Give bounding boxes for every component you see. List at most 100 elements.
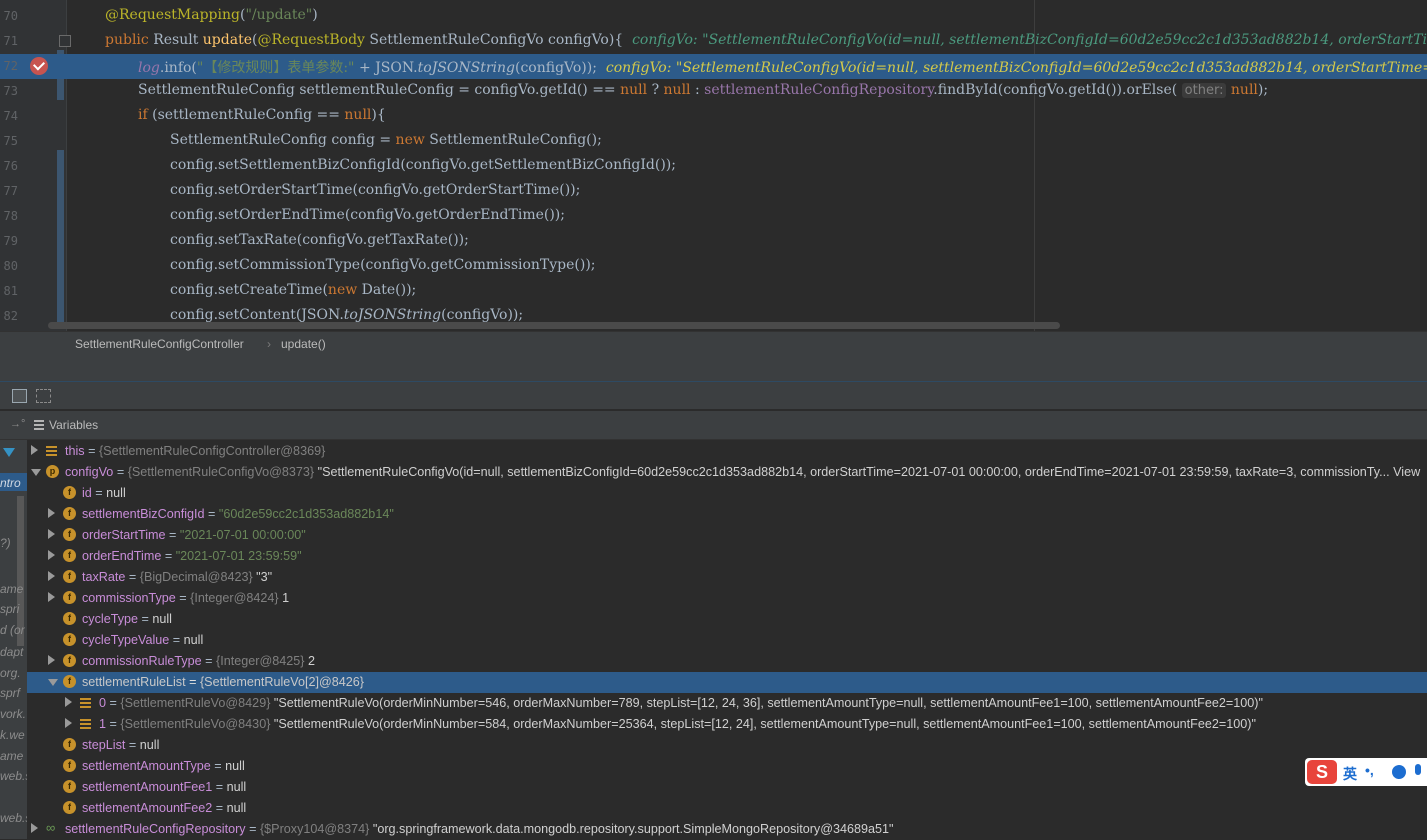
expand-arrow-icon[interactable] (31, 445, 38, 455)
code-line[interactable]: 76 config.setSettlementBizConfigId(config… (0, 154, 1427, 179)
layout-icon[interactable] (36, 389, 51, 403)
code-text[interactable]: config.setOrderStartTime(configVo.getOrd… (170, 182, 580, 198)
code-line[interactable]: 75 SettlementRuleConfig config = new Sett… (0, 129, 1427, 154)
line-number[interactable]: 74 (0, 109, 18, 123)
variable-row[interactable]: f cycleTypeValue = null (27, 630, 1427, 651)
variable-row[interactable]: f stepList = null (27, 735, 1427, 756)
expand-arrow-icon[interactable] (48, 655, 55, 665)
variable-text: orderStartTime = "2021-07-01 00:00:00" (82, 528, 306, 542)
microphone-icon[interactable] (1415, 764, 1421, 775)
variable-row[interactable]: f orderStartTime = "2021-07-01 00:00:00" (27, 525, 1427, 546)
code-text[interactable]: config.setCreateTime(new Date()); (170, 282, 416, 298)
variable-row[interactable]: 1 = {SettlementRuleVo@8430} "SettlementR… (27, 714, 1427, 735)
frame-item[interactable]: vork. (0, 707, 26, 721)
code-line[interactable]: 70 @RequestMapping("/update") (0, 4, 1427, 29)
frame-item[interactable]: k.we (0, 728, 25, 742)
line-number[interactable]: 70 (0, 9, 18, 23)
frame-item[interactable]: spri (0, 602, 19, 616)
code-text[interactable]: log.info("【修改规则】表单参数:" + JSON.toJSONStri… (138, 57, 1427, 77)
code-text[interactable]: config.setOrderEndTime(configVo.getOrder… (170, 207, 565, 223)
code-text[interactable]: config.setContent(JSON.toJSONString(conf… (170, 307, 523, 323)
frame-item[interactable]: org. (0, 666, 21, 680)
code-text[interactable]: @RequestMapping("/update") (105, 7, 318, 23)
expand-arrow-icon[interactable] (48, 529, 55, 539)
variable-row[interactable]: f settlementAmountType = null (27, 756, 1427, 777)
frame-item[interactable]: ame (0, 749, 23, 763)
editor-horizontal-scrollbar[interactable] (48, 322, 1060, 329)
frame-item[interactable]: ?) (0, 536, 11, 550)
line-number[interactable]: 77 (0, 184, 18, 198)
variable-row[interactable]: f settlementAmountFee1 = null (27, 777, 1427, 798)
code-text[interactable]: SettlementRuleConfig settlementRuleConfi… (138, 82, 1268, 98)
expand-arrow-icon[interactable] (48, 550, 55, 560)
frame-item[interactable]: web.s (0, 811, 27, 825)
fold-icon[interactable] (59, 35, 71, 47)
variable-row[interactable]: f settlementBizConfigId = "60d2e59cc2c1d3… (27, 504, 1427, 525)
collapse-arrow-icon[interactable] (31, 469, 41, 476)
collapse-arrow-icon[interactable] (48, 679, 58, 686)
variable-row[interactable]: f taxRate = {BigDecimal@8423} "3" (27, 567, 1427, 588)
field-icon: f (63, 633, 76, 646)
variable-row[interactable]: p configVo = {SettlementRuleConfigVo@8373… (27, 462, 1427, 483)
line-number[interactable]: 78 (0, 209, 18, 223)
line-number[interactable]: 72 (0, 59, 18, 73)
breadcrumb-class[interactable]: SettlementRuleConfigController (75, 337, 244, 351)
code-text[interactable]: config.setTaxRate(configVo.getTaxRate())… (170, 232, 469, 248)
frames-panel[interactable]: ntro?) ame spri d (or dapt org. sprf vork. k.we a… (0, 440, 27, 839)
breakpoint-icon[interactable] (30, 57, 48, 75)
frame-item[interactable]: ntro (0, 476, 21, 490)
frame-item[interactable]: sprf (0, 686, 20, 700)
code-line[interactable]: 81 config.setCreateTime(new Date()); (0, 279, 1427, 304)
expand-arrow-icon[interactable] (48, 592, 55, 602)
code-line[interactable]: 80 config.setCommissionType(configVo.getC… (0, 254, 1427, 279)
expand-arrow-icon[interactable] (48, 508, 55, 518)
frame-item[interactable]: web.s (0, 769, 27, 783)
variable-row[interactable]: ∞ settlementRuleConfigRepository = {$Prox… (27, 819, 1427, 840)
line-number[interactable]: 76 (0, 159, 18, 173)
frame-item[interactable]: d (or (0, 623, 25, 637)
code-text[interactable]: public Result update(@RequestBody Settle… (105, 32, 1427, 48)
variable-row[interactable]: 0 = {SettlementRuleVo@8429} "SettlementR… (27, 693, 1427, 714)
variable-row[interactable]: f id = null (27, 483, 1427, 504)
code-line[interactable]: 78 config.setOrderEndTime(configVo.getOrd… (0, 204, 1427, 229)
expand-arrow-icon[interactable] (48, 571, 55, 581)
variable-row[interactable]: f orderEndTime = "2021-07-01 23:59:59" (27, 546, 1427, 567)
restore-layout-icon[interactable]: →° (10, 418, 25, 430)
line-number[interactable]: 80 (0, 259, 18, 273)
code-editor[interactable]: 70 @RequestMapping("/update") 71 public Res… (0, 0, 1427, 331)
line-number[interactable]: 73 (0, 84, 18, 98)
variable-row[interactable]: f settlementAmountFee2 = null (27, 798, 1427, 819)
expand-arrow-icon[interactable] (31, 823, 38, 833)
code-text[interactable]: if (settlementRuleConfig == null){ (138, 107, 386, 123)
line-number[interactable]: 75 (0, 134, 18, 148)
line-number[interactable]: 71 (0, 34, 18, 48)
expand-arrow-icon[interactable] (65, 697, 72, 707)
code-text[interactable]: SettlementRuleConfig config = new Settle… (170, 132, 602, 148)
code-line[interactable]: 71 public Result update(@RequestBody Sett… (0, 29, 1427, 54)
variable-row[interactable]: f cycleType = null (27, 609, 1427, 630)
filter-icon[interactable] (3, 448, 15, 457)
frames-view-icon[interactable] (12, 389, 27, 403)
variable-row[interactable]: f settlementRuleList = {SettlementRuleVo[… (27, 672, 1427, 693)
code-text[interactable]: config.setCommissionType(configVo.getCom… (170, 257, 596, 273)
ime-language[interactable]: 英 (1343, 764, 1357, 784)
ime-punctuation[interactable]: •, (1365, 762, 1374, 778)
code-line[interactable]: 77 config.setOrderStartTime(configVo.getO… (0, 179, 1427, 204)
code-line[interactable]: 73 SettlementRuleConfig settlementRuleCon… (0, 79, 1427, 104)
code-line[interactable]: 79 config.setTaxRate(configVo.getTaxRate(… (0, 229, 1427, 254)
ime-toolbar[interactable]: S 英 •, (1305, 758, 1427, 786)
code-text[interactable]: config.setSettlementBizConfigId(configVo… (170, 157, 676, 173)
line-number[interactable]: 79 (0, 234, 18, 248)
breadcrumb-method[interactable]: update() (281, 337, 326, 351)
line-number[interactable]: 82 (0, 309, 18, 323)
code-line[interactable]: 74 if (settlementRuleConfig == null){ (0, 104, 1427, 129)
variable-row[interactable]: f commissionRuleType = {Integer@8425} 2 (27, 651, 1427, 672)
frame-item[interactable]: ame (0, 582, 23, 596)
variable-row[interactable]: this = {SettlementRuleConfigController@8… (27, 441, 1427, 462)
line-number[interactable]: 81 (0, 284, 18, 298)
expand-arrow-icon[interactable] (65, 718, 72, 728)
emoji-icon[interactable] (1392, 765, 1406, 779)
code-line[interactable]: 72 log.info("【修改规则】表单参数:" + JSON.toJSONSt… (0, 54, 1427, 79)
frame-item[interactable]: dapt (0, 645, 23, 659)
variable-row[interactable]: f commissionType = {Integer@8424} 1 (27, 588, 1427, 609)
